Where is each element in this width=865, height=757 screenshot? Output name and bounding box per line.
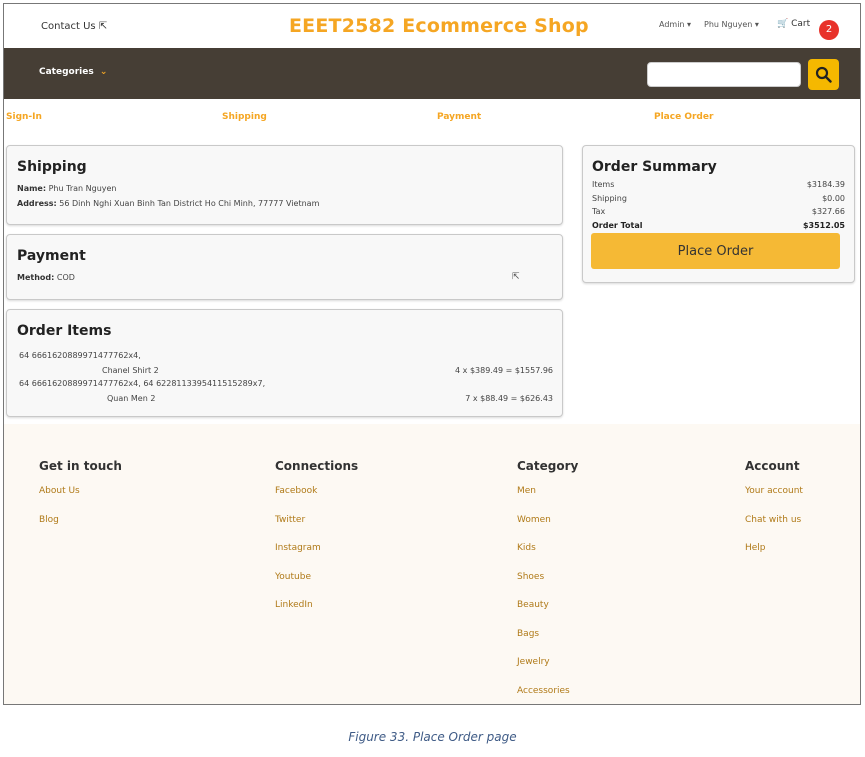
user-menu[interactable]: Phu Nguyen ▾	[704, 20, 759, 29]
share-icon: ⇱	[98, 21, 108, 32]
figure-caption: Figure 33. Place Order page	[348, 730, 517, 744]
footer: Get in touch About Us Blog Connections F…	[4, 424, 860, 705]
footer-link[interactable]: Blog	[39, 514, 122, 543]
mouse-cursor-icon: ⇱	[512, 272, 520, 282]
order-summary-title: Order Summary	[592, 159, 717, 175]
footer-link[interactable]: About Us	[39, 485, 122, 514]
footer-column-category: Category Men Women Kids Shoes Beauty Bag…	[517, 459, 579, 705]
footer-link[interactable]: Facebook	[275, 485, 358, 514]
caret-down-icon: ▾	[687, 20, 692, 29]
name-label: Name:	[17, 184, 47, 193]
footer-link[interactable]: Women	[517, 514, 578, 543]
footer-link[interactable]: Accessories	[517, 685, 578, 705]
categories-label: Categories	[39, 67, 94, 77]
summary-label: Order Total	[592, 221, 643, 230]
order-item-ids: 64 6661620889971477762x4,	[19, 351, 141, 360]
footer-link[interactable]: Your account	[745, 485, 803, 514]
footer-link[interactable]: Shoes	[517, 571, 578, 600]
search-input[interactable]	[647, 62, 801, 87]
cart-link[interactable]: 🛒 Cart	[777, 19, 810, 29]
user-label: Phu Nguyen	[704, 20, 753, 29]
step-shipping: Shipping	[222, 112, 267, 122]
summary-value: $327.66	[811, 207, 845, 216]
admin-menu[interactable]: Admin ▾	[659, 20, 691, 29]
brand-title[interactable]: EEET2582 Ecommerce Shop	[289, 15, 589, 37]
name-value: Phu Tran Nguyen	[48, 184, 117, 193]
footer-column-title: Get in touch	[39, 459, 122, 473]
shipping-address: Address: 56 Dinh Nghi Xuan Binh Tan Dist…	[17, 199, 319, 208]
payment-card: Payment Method: COD ⇱	[6, 234, 563, 300]
footer-link[interactable]: Bags	[517, 628, 578, 657]
footer-column-title: Account	[745, 459, 800, 473]
address-value: 56 Dinh Nghi Xuan Binh Tan District Ho C…	[59, 199, 320, 208]
cart-count-badge: 2	[819, 20, 839, 40]
contact-us-link[interactable]: Contact Us ⇱	[41, 21, 107, 32]
place-order-button[interactable]: Place Order	[591, 233, 840, 269]
address-label: Address:	[17, 199, 57, 208]
order-items-card: Order Items 64 6661620889971477762x4, Ch…	[6, 309, 563, 417]
order-item-name[interactable]: Chanel Shirt 2	[102, 366, 159, 375]
top-bar: Contact Us ⇱ EEET2582 Ecommerce Shop Adm…	[4, 4, 860, 48]
footer-link[interactable]: Kids	[517, 542, 578, 571]
summary-tax-row: Tax $327.66	[592, 207, 845, 219]
order-item-subtotal: 7 x $88.49 = $626.43	[465, 394, 553, 403]
cart-icon: 🛒	[777, 19, 789, 29]
footer-link[interactable]: Chat with us	[745, 514, 803, 543]
order-summary-card: Order Summary Items $3184.39 Shipping $0…	[582, 145, 855, 283]
order-item-subtotal: 4 x $389.49 = $1557.96	[455, 366, 553, 375]
summary-label: Items	[592, 180, 615, 189]
summary-value: $3184.39	[806, 180, 845, 189]
summary-items-row: Items $3184.39	[592, 180, 845, 192]
payment-method: Method: COD	[17, 273, 75, 282]
footer-link[interactable]: Instagram	[275, 542, 358, 571]
order-items-title: Order Items	[17, 323, 112, 339]
nav-bar: Categories ⌄	[4, 48, 860, 99]
footer-link[interactable]: Men	[517, 485, 578, 514]
search-icon	[815, 66, 832, 83]
summary-value: $0.00	[822, 194, 845, 203]
summary-total-row: Order Total $3512.05	[592, 221, 845, 233]
footer-column-title: Connections	[275, 459, 359, 473]
footer-link[interactable]: Help	[745, 542, 803, 571]
footer-column-get-in-touch: Get in touch About Us Blog	[39, 459, 122, 542]
payment-title: Payment	[17, 248, 86, 264]
shipping-name: Name: Phu Tran Nguyen	[17, 184, 117, 193]
footer-link[interactable]: Jewelry	[517, 656, 578, 685]
admin-label: Admin	[659, 20, 685, 29]
footer-column-connections: Connections Facebook Twitter Instagram Y…	[275, 459, 358, 628]
summary-value: $3512.05	[802, 221, 845, 230]
step-place-order: Place Order	[654, 112, 714, 122]
footer-link[interactable]: Beauty	[517, 599, 578, 628]
summary-shipping-row: Shipping $0.00	[592, 194, 845, 206]
chevron-down-icon: ⌄	[99, 67, 108, 77]
step-sign-in: Sign-In	[6, 112, 42, 122]
caret-down-icon: ▾	[754, 20, 759, 29]
method-value: COD	[56, 273, 75, 282]
footer-column-account: Account Your account Chat with us Help	[745, 459, 803, 571]
step-payment: Payment	[437, 112, 482, 122]
footer-link[interactable]: Youtube	[275, 571, 358, 600]
footer-link[interactable]: Twitter	[275, 514, 358, 543]
cart-label: Cart	[791, 19, 811, 29]
search-button[interactable]	[808, 59, 839, 90]
contact-us-label: Contact Us	[41, 21, 96, 32]
summary-label: Tax	[592, 207, 606, 216]
categories-dropdown[interactable]: Categories ⌄	[39, 67, 107, 77]
checkout-steps: Sign-In Shipping Payment Place Order	[4, 112, 860, 128]
method-label: Method:	[17, 273, 55, 282]
shipping-title: Shipping	[17, 159, 87, 175]
order-item-name[interactable]: Quan Men 2	[107, 394, 155, 403]
order-item-ids: 64 6661620889971477762x4, 64 62281133954…	[19, 379, 266, 388]
footer-column-title: Category	[517, 459, 579, 473]
footer-link[interactable]: LinkedIn	[275, 599, 358, 628]
summary-label: Shipping	[592, 194, 627, 203]
shipping-card: Shipping Name: Phu Tran Nguyen Address: …	[6, 145, 563, 225]
browser-frame: Contact Us ⇱ EEET2582 Ecommerce Shop Adm…	[3, 3, 861, 705]
